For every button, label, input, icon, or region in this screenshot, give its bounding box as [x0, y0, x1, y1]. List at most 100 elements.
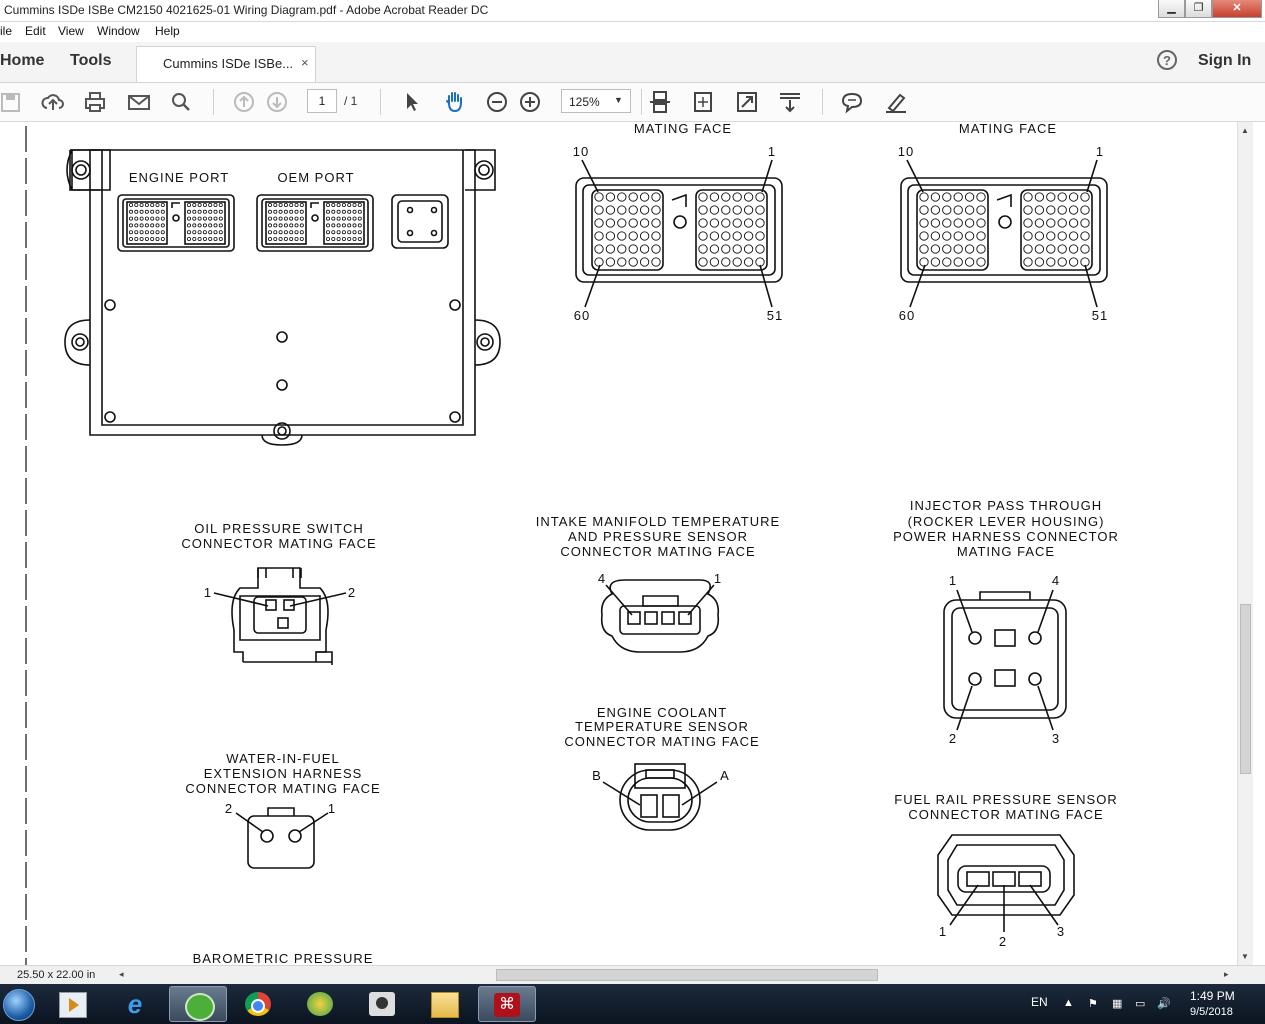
zoom-in-icon[interactable] — [517, 89, 543, 115]
scroll-up-icon[interactable]: ▲ — [1241, 126, 1249, 135]
connector-pin — [1023, 205, 1033, 215]
file-explorer-icon[interactable] — [416, 986, 474, 1022]
connector-pin — [325, 223, 330, 228]
menu-view[interactable]: View — [58, 24, 84, 38]
action-center-icon[interactable]: ⚑ — [1088, 997, 1098, 1010]
connector-pin — [278, 236, 283, 241]
connector-pin — [128, 230, 133, 235]
toolbar-separator — [822, 89, 823, 115]
water-in-fuel-line3: CONNECTOR MATING FACE — [185, 781, 380, 796]
connector-pin — [721, 218, 731, 228]
connector-pin — [357, 230, 362, 235]
menu-file[interactable]: ile — [0, 24, 12, 38]
connector-pin — [352, 216, 357, 221]
scroll-mode-icon[interactable] — [647, 89, 673, 115]
tab-tools[interactable]: Tools — [70, 52, 111, 70]
connector-pin — [698, 244, 708, 254]
prev-page-icon[interactable] — [231, 89, 257, 115]
sign-in-link[interactable]: Sign In — [1198, 52, 1251, 70]
scroll-right-icon[interactable]: ▸ — [1224, 969, 1229, 980]
tray-expand-icon[interactable]: ▲ — [1063, 997, 1074, 1009]
connector-pin — [336, 223, 341, 228]
menu-help[interactable]: Help — [155, 24, 180, 38]
zoom-out-icon[interactable] — [484, 89, 510, 115]
camera-app-icon[interactable] — [354, 986, 412, 1022]
connector-pin — [155, 223, 160, 228]
display-icon[interactable]: ▭ — [1135, 997, 1145, 1010]
close-window-button[interactable]: ✕ — [1212, 0, 1262, 18]
connector-pin — [1023, 244, 1033, 254]
print-icon[interactable] — [82, 89, 108, 115]
connector-pin — [709, 257, 720, 267]
close-tab-icon[interactable]: × — [301, 55, 309, 70]
connector-pin — [352, 236, 357, 241]
internet-explorer-icon[interactable]: e — [107, 986, 165, 1022]
connector-pin — [289, 202, 294, 207]
connector-pin — [1034, 205, 1045, 215]
network-icon[interactable]: ▦ — [1112, 997, 1122, 1010]
chrome-icon[interactable] — [230, 986, 288, 1022]
connector-pin — [651, 257, 661, 267]
connector-pin — [150, 223, 155, 228]
pin-label: 1 — [939, 924, 947, 939]
connector-pin — [197, 236, 202, 241]
vertical-scrollbar[interactable]: ▲ ▼ — [1237, 122, 1253, 965]
bird-app-icon[interactable] — [292, 986, 350, 1022]
intake-manifold-title: INTAKE MANIFOLD TEMPERATURE — [536, 514, 780, 529]
menu-edit[interactable]: Edit — [25, 24, 46, 38]
next-page-icon[interactable] — [264, 89, 290, 115]
document-viewport[interactable]: MATING FACE MATING FACE ENGINE PORT OEM … — [0, 122, 1237, 965]
tab-home[interactable]: Home — [0, 52, 44, 70]
volume-icon[interactable]: 🔊 — [1157, 997, 1171, 1010]
acrobat-reader-icon[interactable]: ⌘ — [478, 986, 536, 1022]
media-player-icon[interactable] — [44, 986, 102, 1022]
help-icon[interactable]: ? — [1157, 50, 1177, 70]
connector-pin — [294, 230, 299, 235]
scroll-down-icon[interactable]: ▼ — [1241, 952, 1249, 961]
connector-pin — [1034, 231, 1045, 241]
connector-pin — [289, 230, 294, 235]
highlight-icon[interactable] — [883, 89, 909, 115]
minimize-button[interactable]: ▁ — [1158, 0, 1185, 18]
tab-document[interactable]: Cummins ISDe ISBe... × — [136, 46, 316, 82]
clock-time[interactable]: 1:49 PM — [1190, 989, 1235, 1003]
menu-window[interactable]: Window — [97, 24, 140, 38]
restore-button[interactable]: ❐ — [1185, 0, 1212, 18]
fullscreen-icon[interactable] — [734, 89, 760, 115]
page-number-input[interactable]: 1 — [307, 89, 337, 113]
pin-label: 10 — [573, 144, 589, 159]
save-icon[interactable] — [0, 89, 24, 115]
pin-label: 2 — [348, 585, 356, 600]
green-app-icon[interactable] — [169, 986, 227, 1022]
pin-label: 10 — [898, 144, 914, 159]
upload-icon[interactable] — [40, 89, 66, 115]
start-orb-icon[interactable] — [0, 986, 40, 1022]
hand-tool-icon[interactable] — [441, 89, 467, 115]
connector-pin — [651, 192, 661, 202]
connector-pin — [267, 230, 272, 235]
connector-pin — [930, 218, 941, 228]
clock-date[interactable]: 9/5/2018 — [1190, 1006, 1233, 1018]
connector-pin — [299, 230, 304, 235]
connector-pin — [651, 244, 661, 254]
zoom-select[interactable]: 125% ▼ — [561, 89, 631, 113]
connector-pin — [273, 230, 278, 235]
connector-pin — [134, 236, 139, 241]
connector-pin — [144, 236, 149, 241]
scroll-left-icon[interactable]: ◂ — [119, 969, 124, 980]
vertical-scroll-thumb[interactable] — [1240, 604, 1251, 774]
select-cursor-icon[interactable] — [398, 89, 424, 115]
read-mode-icon[interactable] — [777, 89, 803, 115]
search-icon[interactable] — [168, 89, 194, 115]
connector-pin — [299, 236, 304, 241]
language-indicator[interactable]: EN — [1031, 995, 1048, 1009]
connector-pin — [218, 216, 223, 221]
comment-icon[interactable] — [839, 89, 865, 115]
email-icon[interactable] — [126, 89, 152, 115]
horizontal-scroll-thumb[interactable] — [496, 969, 878, 981]
connector-pin — [218, 223, 223, 228]
connector-pin — [325, 230, 330, 235]
connector-pin — [1057, 257, 1067, 267]
connector-pin — [1046, 218, 1056, 228]
fit-page-icon[interactable] — [690, 89, 716, 115]
